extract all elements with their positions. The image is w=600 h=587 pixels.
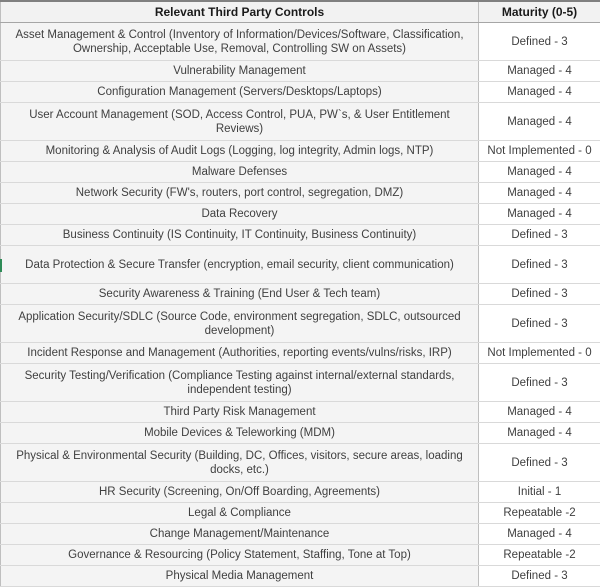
control-name-cell: Monitoring & Analysis of Audit Logs (Log…	[1, 141, 479, 162]
maturity-score-cell: Managed - 4	[479, 524, 600, 545]
control-name-cell: User Account Management (SOD, Access Con…	[1, 103, 479, 141]
control-name-cell: Legal & Compliance	[1, 503, 479, 524]
control-name-cell: Change Management/Maintenance	[1, 524, 479, 545]
maturity-score-cell: Defined - 3	[479, 284, 600, 305]
maturity-score-cell: Managed - 4	[479, 82, 600, 103]
control-name-cell: Business Continuity (IS Continuity, IT C…	[1, 225, 479, 246]
control-name-cell: Data Protection & Secure Transfer (encry…	[1, 246, 479, 284]
maturity-score-cell: Managed - 4	[479, 183, 600, 204]
maturity-score-cell: Defined - 3	[479, 246, 600, 284]
table-row: HR Security (Screening, On/Off Boarding,…	[1, 482, 600, 503]
maturity-score-cell: Defined - 3	[479, 305, 600, 343]
table-row: Malware DefensesManaged - 4	[1, 162, 600, 183]
table-row: User Account Management (SOD, Access Con…	[1, 103, 600, 141]
maturity-score-cell: Defined - 3	[479, 444, 600, 482]
maturity-score-cell: Not Implemented - 0	[479, 343, 600, 364]
third-party-controls-maturity-table: Relevant Third Party Controls Maturity (…	[0, 0, 600, 587]
table-body: Asset Management & Control (Inventory of…	[1, 23, 600, 587]
table-row: Physical Media ManagementDefined - 3	[1, 566, 600, 587]
header-maturity-column: Maturity (0-5)	[479, 1, 600, 23]
maturity-score-cell: Managed - 4	[479, 402, 600, 423]
control-name-cell: Security Awareness & Training (End User …	[1, 284, 479, 305]
maturity-score-cell: Repeatable -2	[479, 503, 600, 524]
table-row: Security Awareness & Training (End User …	[1, 284, 600, 305]
header-control-column: Relevant Third Party Controls	[1, 1, 479, 23]
maturity-score-cell: Initial - 1	[479, 482, 600, 503]
table-row: Business Continuity (IS Continuity, IT C…	[1, 225, 600, 246]
left-edge-marker	[0, 259, 2, 272]
table-row: Mobile Devices & Teleworking (MDM)Manage…	[1, 423, 600, 444]
table-row: Incident Response and Management (Author…	[1, 343, 600, 364]
control-name-cell: Application Security/SDLC (Source Code, …	[1, 305, 479, 343]
control-name-cell: Malware Defenses	[1, 162, 479, 183]
control-name-cell: Vulnerability Management	[1, 61, 479, 82]
maturity-score-cell: Defined - 3	[479, 364, 600, 402]
table-row: Data Protection & Secure Transfer (encry…	[1, 246, 600, 284]
control-name-cell: Network Security (FW's, routers, port co…	[1, 183, 479, 204]
table-row: Application Security/SDLC (Source Code, …	[1, 305, 600, 343]
table-row: Data RecoveryManaged - 4	[1, 204, 600, 225]
maturity-score-cell: Managed - 4	[479, 61, 600, 82]
control-name-cell: Asset Management & Control (Inventory of…	[1, 23, 479, 61]
control-name-cell: HR Security (Screening, On/Off Boarding,…	[1, 482, 479, 503]
maturity-score-cell: Managed - 4	[479, 423, 600, 444]
control-name-cell: Third Party Risk Management	[1, 402, 479, 423]
maturity-score-cell: Not Implemented - 0	[479, 141, 600, 162]
table-row: Vulnerability ManagementManaged - 4	[1, 61, 600, 82]
table-row: Legal & ComplianceRepeatable -2	[1, 503, 600, 524]
maturity-score-cell: Managed - 4	[479, 103, 600, 141]
maturity-score-cell: Defined - 3	[479, 225, 600, 246]
table-row: Third Party Risk ManagementManaged - 4	[1, 402, 600, 423]
table-row: Asset Management & Control (Inventory of…	[1, 23, 600, 61]
header-row: Relevant Third Party Controls Maturity (…	[1, 1, 600, 23]
table-row: Security Testing/Verification (Complianc…	[1, 364, 600, 402]
maturity-score-cell: Managed - 4	[479, 204, 600, 225]
table-row: Change Management/MaintenanceManaged - 4	[1, 524, 600, 545]
control-name-cell: Physical Media Management	[1, 566, 479, 587]
control-name-cell: Data Recovery	[1, 204, 479, 225]
control-name-cell: Governance & Resourcing (Policy Statemen…	[1, 545, 479, 566]
table-row: Physical & Environmental Security (Build…	[1, 444, 600, 482]
maturity-score-cell: Defined - 3	[479, 23, 600, 61]
table-row: Monitoring & Analysis of Audit Logs (Log…	[1, 141, 600, 162]
control-name-cell: Security Testing/Verification (Complianc…	[1, 364, 479, 402]
table-row: Governance & Resourcing (Policy Statemen…	[1, 545, 600, 566]
maturity-score-cell: Repeatable -2	[479, 545, 600, 566]
maturity-score-cell: Defined - 3	[479, 566, 600, 587]
control-name-cell: Incident Response and Management (Author…	[1, 343, 479, 364]
control-name-cell: Mobile Devices & Teleworking (MDM)	[1, 423, 479, 444]
table-header: Relevant Third Party Controls Maturity (…	[1, 1, 600, 23]
maturity-score-cell: Managed - 4	[479, 162, 600, 183]
control-name-cell: Physical & Environmental Security (Build…	[1, 444, 479, 482]
table-row: Configuration Management (Servers/Deskto…	[1, 82, 600, 103]
control-name-cell: Configuration Management (Servers/Deskto…	[1, 82, 479, 103]
table-row: Network Security (FW's, routers, port co…	[1, 183, 600, 204]
